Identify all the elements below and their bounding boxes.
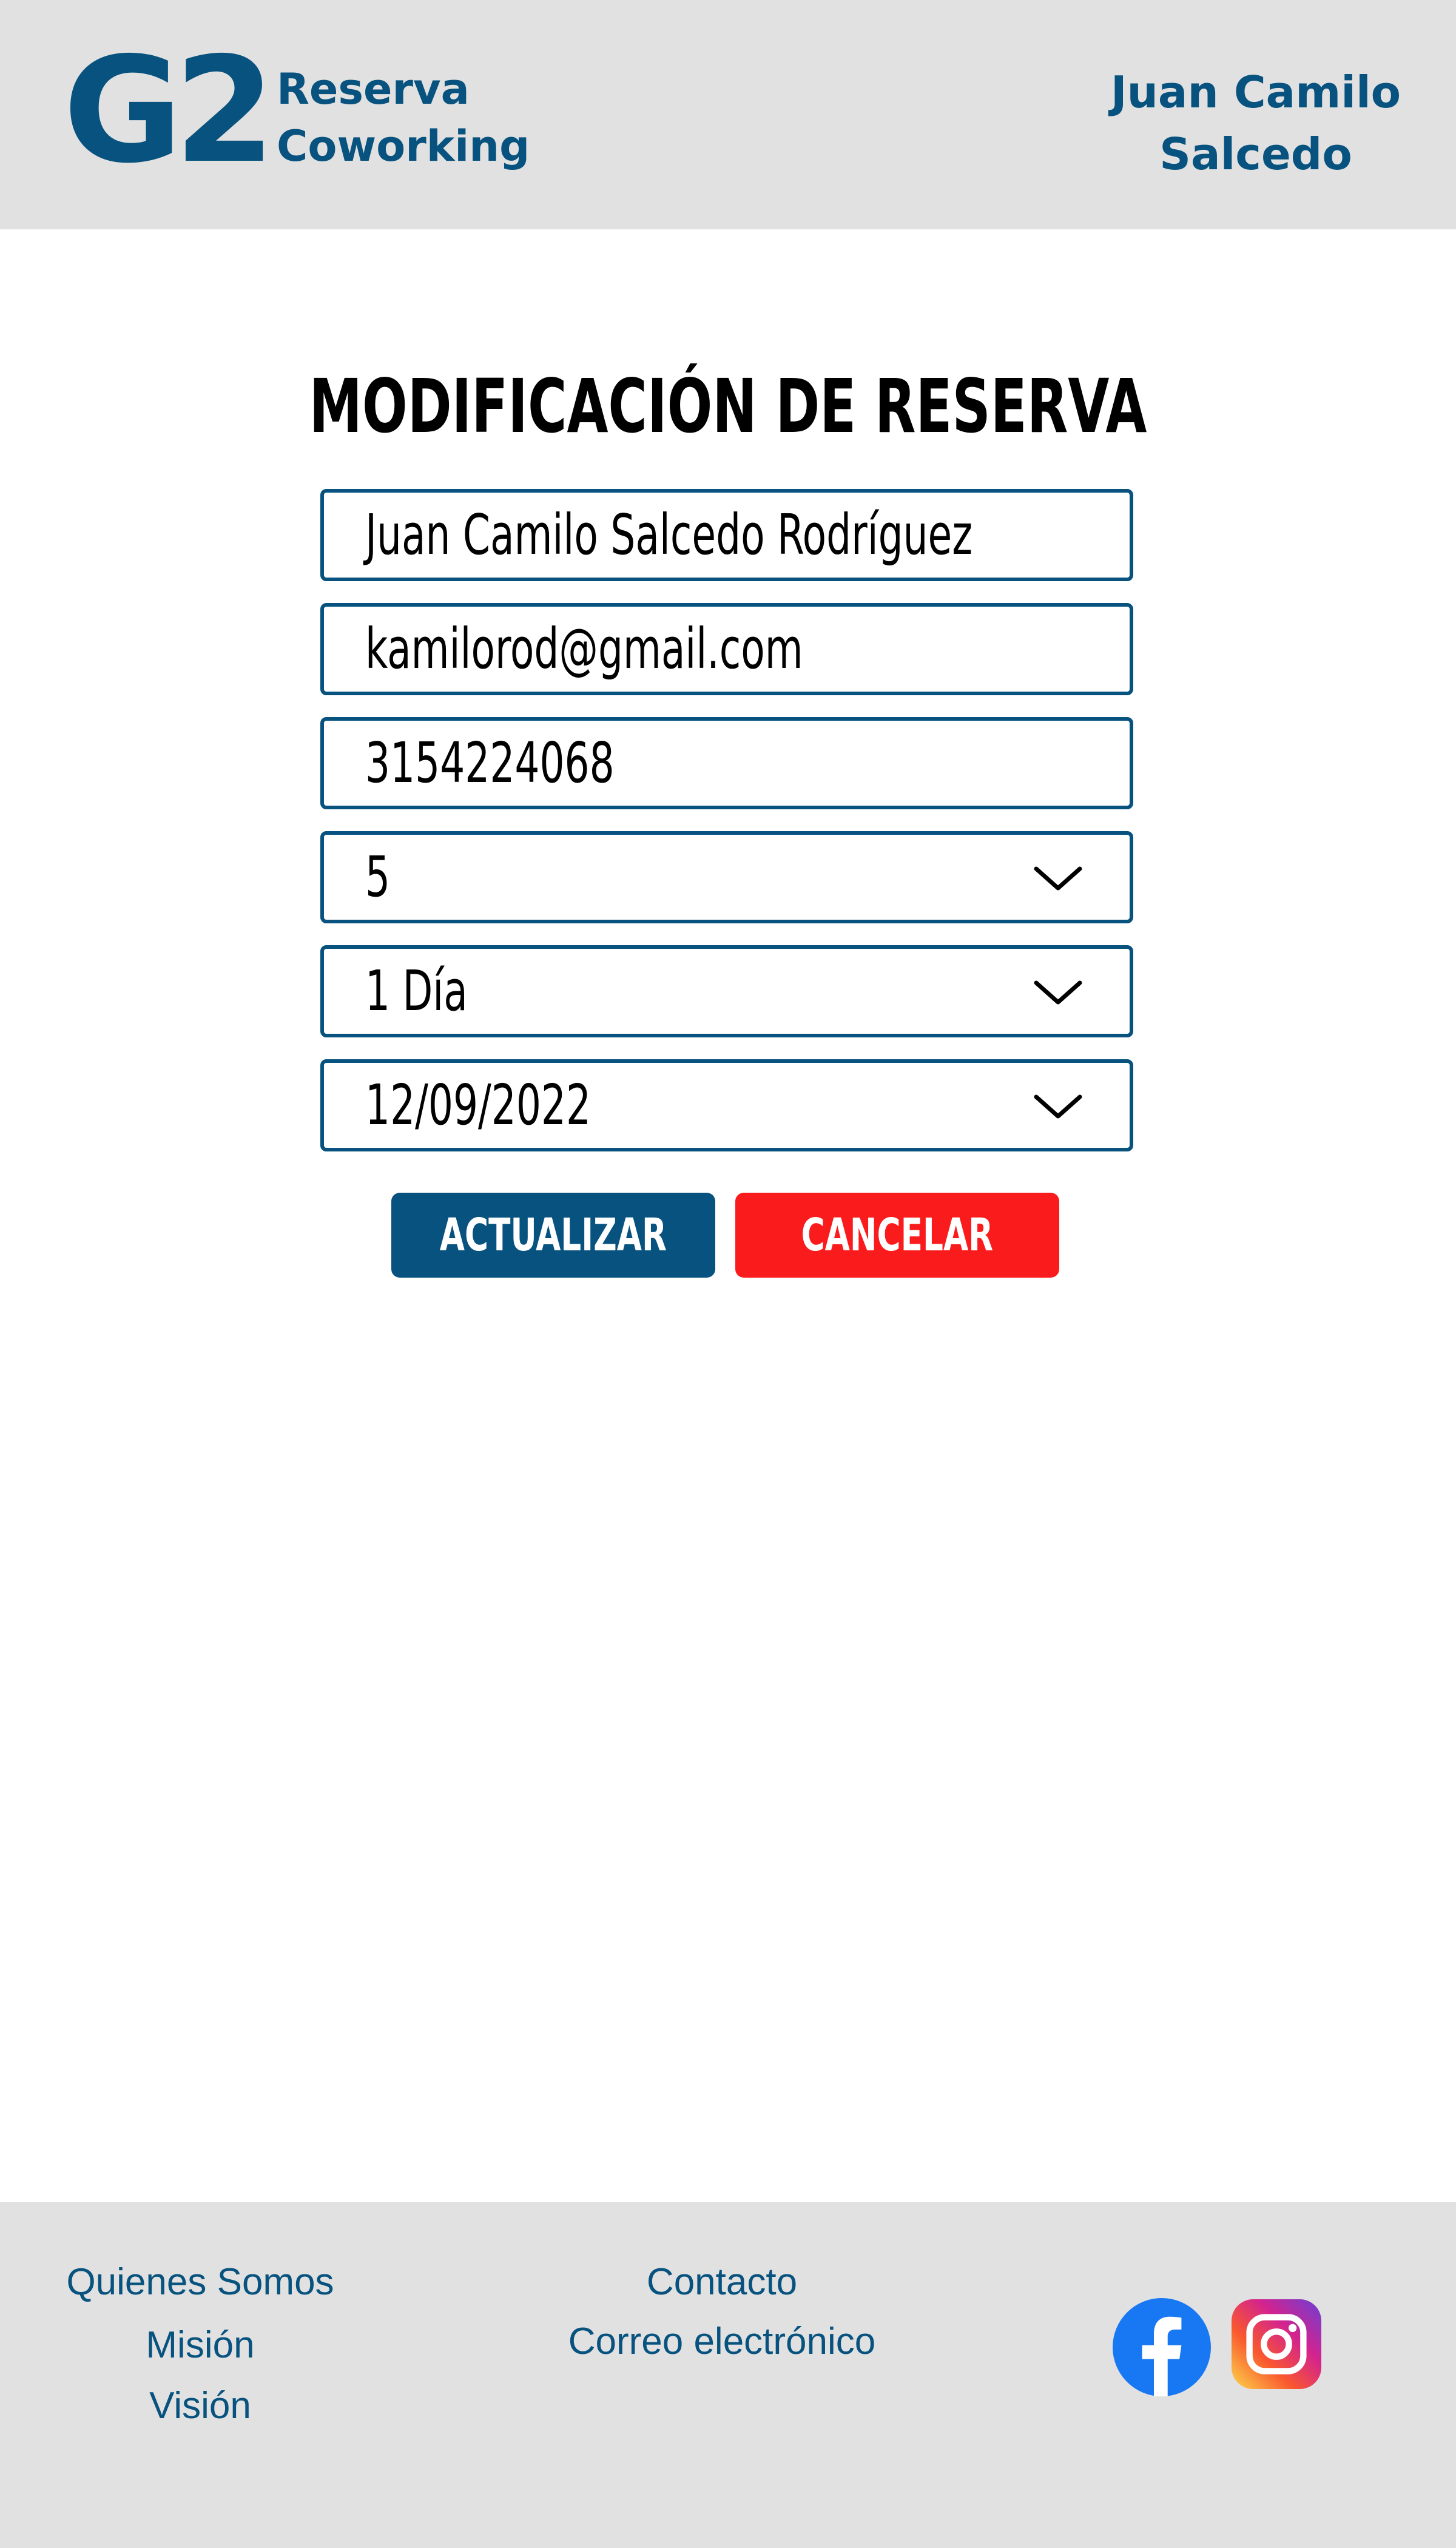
footer-link-contact[interactable]: Contacto (540, 2258, 904, 2307)
phone-field[interactable]: 3154224068 (320, 717, 1133, 809)
chevron-down-icon[interactable] (1034, 979, 1082, 1006)
update-button-label: ACTUALIZAR (439, 1209, 667, 1261)
chevron-down-icon[interactable] (1034, 1093, 1082, 1120)
duration-select[interactable]: 1 Día (320, 945, 1133, 1037)
cancel-button-label: CANCELAR (801, 1209, 994, 1261)
header: G2 Reserva Coworking Juan Camilo Salcedo (0, 0, 1456, 229)
chevron-down-icon[interactable] (1034, 865, 1082, 892)
email-value: kamilorod@gmail.com (365, 616, 803, 681)
facebook-icon[interactable] (1113, 2298, 1211, 2396)
phone-value: 3154224068 (365, 730, 615, 795)
logo-line-2: Coworking (277, 121, 530, 171)
logo-text[interactable]: Reserva Coworking (277, 61, 530, 175)
page-title: MODIFICACIÓN DE RESERVA (309, 363, 1147, 450)
logo-mark[interactable]: G2 (63, 38, 275, 183)
people-select[interactable]: 5 (320, 831, 1133, 923)
date-value: 12/09/2022 (365, 1073, 592, 1138)
footer-link-vision[interactable]: Visión (36, 2382, 364, 2430)
email-field[interactable]: kamilorod@gmail.com (320, 603, 1133, 695)
duration-value: 1 Día (365, 959, 468, 1023)
people-value: 5 (365, 844, 391, 909)
footer-link-about[interactable]: Quienes Somos (36, 2258, 364, 2307)
instagram-icon[interactable] (1232, 2299, 1321, 2389)
update-button[interactable]: ACTUALIZAR (391, 1193, 715, 1278)
logo-line-1: Reserva (277, 64, 470, 114)
footer-link-email[interactable]: Correo electrónico (540, 2317, 904, 2366)
cancel-button[interactable]: CANCELAR (735, 1193, 1059, 1278)
name-value: Juan Camilo Salcedo Rodríguez (365, 502, 973, 567)
date-select[interactable]: 12/09/2022 (320, 1059, 1133, 1151)
name-field[interactable]: Juan Camilo Salcedo Rodríguez (320, 489, 1133, 581)
footer-link-mission[interactable]: Misión (36, 2321, 364, 2370)
user-name[interactable]: Juan Camilo Salcedo (1068, 53, 1444, 193)
